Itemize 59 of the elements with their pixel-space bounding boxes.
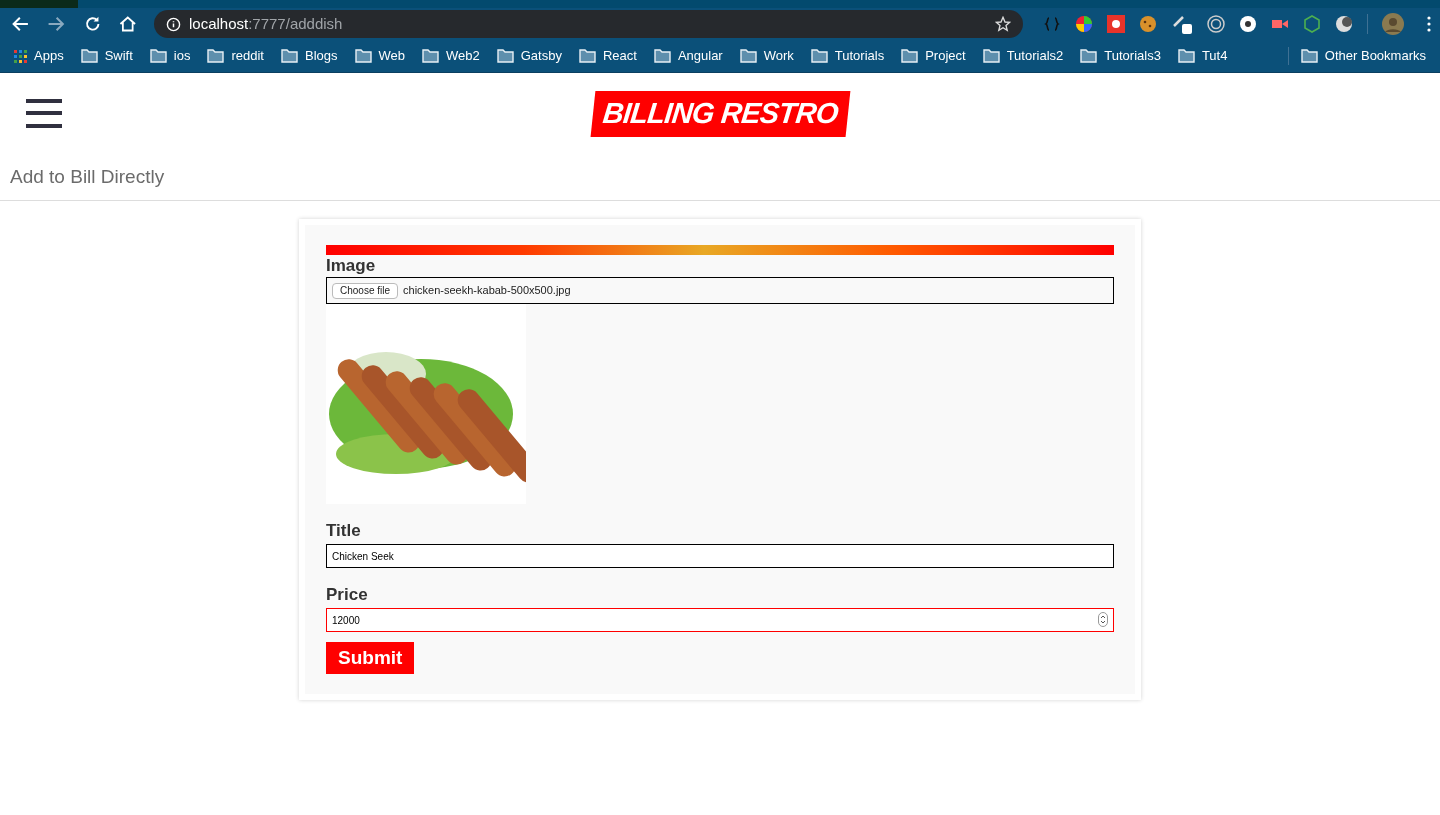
folder-icon [207, 49, 225, 63]
bookmark-folder[interactable]: reddit [207, 46, 264, 66]
bookmark-folder[interactable]: Gatsby [496, 46, 562, 66]
submit-button[interactable]: Submit [326, 642, 415, 674]
folder-icon [1080, 49, 1098, 63]
field-label: Title [326, 520, 362, 542]
folder-icon [901, 49, 919, 63]
folder-icon [739, 49, 757, 63]
folder-icon [578, 49, 596, 63]
moon-icon[interactable] [1335, 15, 1353, 33]
bookmark-folder[interactable]: Swift [80, 46, 133, 66]
folder-icon [354, 49, 372, 63]
folder-icon [422, 49, 439, 63]
pen-icon[interactable] [1171, 13, 1193, 35]
star-icon[interactable] [995, 16, 1011, 32]
more-menu-icon[interactable] [1426, 16, 1432, 32]
bookmark-folder[interactable]: Tutorials3 [1080, 46, 1161, 66]
folder-icon [982, 49, 1000, 63]
bookmark-folder[interactable]: Tut4 [1177, 46, 1228, 66]
bookmark-folder[interactable]: React [578, 46, 637, 66]
folder-icon [810, 49, 828, 63]
field-label: Image [326, 255, 377, 277]
field-label: Price [326, 584, 369, 606]
info-icon [165, 16, 181, 32]
bookmark-folder[interactable]: Other Bookmarks [1300, 46, 1426, 66]
choose-file-button[interactable]: Choose file [332, 282, 399, 299]
bookmark-folder[interactable]: Work [739, 46, 794, 66]
extension-icon[interactable] [1239, 15, 1257, 33]
input-field[interactable]: Chicken Seek [326, 544, 1114, 568]
folder-icon [1177, 49, 1195, 63]
menu-icon[interactable] [26, 99, 62, 129]
file-input[interactable]: Choose file chicken-seekh-kabab-500x500.jpg [326, 277, 1114, 304]
spinner-icon[interactable] [1098, 612, 1108, 627]
color-wheel-icon[interactable] [1075, 15, 1093, 33]
bookmark-folder[interactable]: Tutorials [810, 46, 885, 66]
bookmark-folder[interactable]: Blogs [280, 46, 338, 66]
file-name: chicken-seekh-kabab-500x500.jpg [403, 283, 571, 299]
apps-shortcut[interactable]: Apps [14, 46, 64, 66]
bookmark-folder[interactable]: Tutorials2 [982, 46, 1064, 66]
page-title: Add to Bill Directly [10, 165, 165, 190]
bookmark-folder[interactable]: Web2 [422, 46, 480, 66]
bookmark-folder[interactable]: Project [901, 46, 966, 66]
folder-icon [280, 49, 298, 63]
number-field[interactable]: 12000 [326, 608, 1114, 632]
folder-icon [149, 49, 167, 63]
bookmark-folder[interactable]: Web [354, 46, 405, 66]
apps-grid-icon [14, 49, 27, 63]
target-icon[interactable] [1207, 15, 1225, 33]
bookmark-folder[interactable]: ios [149, 46, 191, 66]
url-text: localhost:7777/adddish [188, 13, 343, 34]
home-icon[interactable] [118, 14, 138, 34]
address-bar[interactable]: localhost:7777/adddish [153, 10, 1023, 38]
logo: BILLING RESTRO [590, 91, 851, 137]
cookie-icon[interactable] [1139, 15, 1157, 33]
bookmark-folder[interactable]: Angular [653, 46, 723, 66]
folder-icon [653, 49, 671, 63]
folder-icon [80, 49, 98, 63]
folder-icon [1300, 49, 1318, 63]
folder-icon [496, 49, 514, 63]
